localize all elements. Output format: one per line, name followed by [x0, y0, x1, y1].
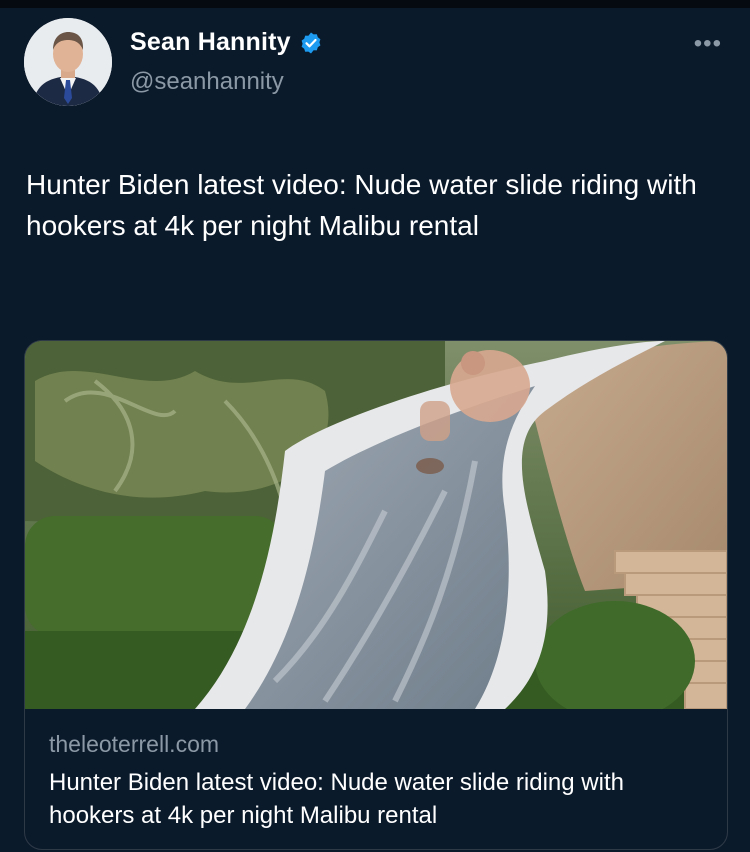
more-options-icon[interactable]: ••• [694, 30, 722, 58]
avatar[interactable] [24, 18, 112, 106]
author-handle[interactable]: @seanhannity [130, 68, 284, 96]
card-domain[interactable]: theleoterrell.com [49, 731, 219, 758]
card-image[interactable] [25, 341, 727, 709]
verified-badge-icon [301, 32, 321, 53]
card-title[interactable]: Hunter Biden latest video: Nude water sl… [49, 766, 709, 832]
tweet-text: Hunter Biden latest video: Nude water sl… [26, 169, 697, 241]
link-card[interactable]: theleoterrell.com Hunter Biden latest vi… [24, 340, 728, 850]
status-bar [0, 0, 750, 8]
author-row: Sean Hannity [130, 28, 323, 57]
avatar-image [24, 18, 112, 106]
author-name[interactable]: Sean Hannity [130, 28, 291, 57]
